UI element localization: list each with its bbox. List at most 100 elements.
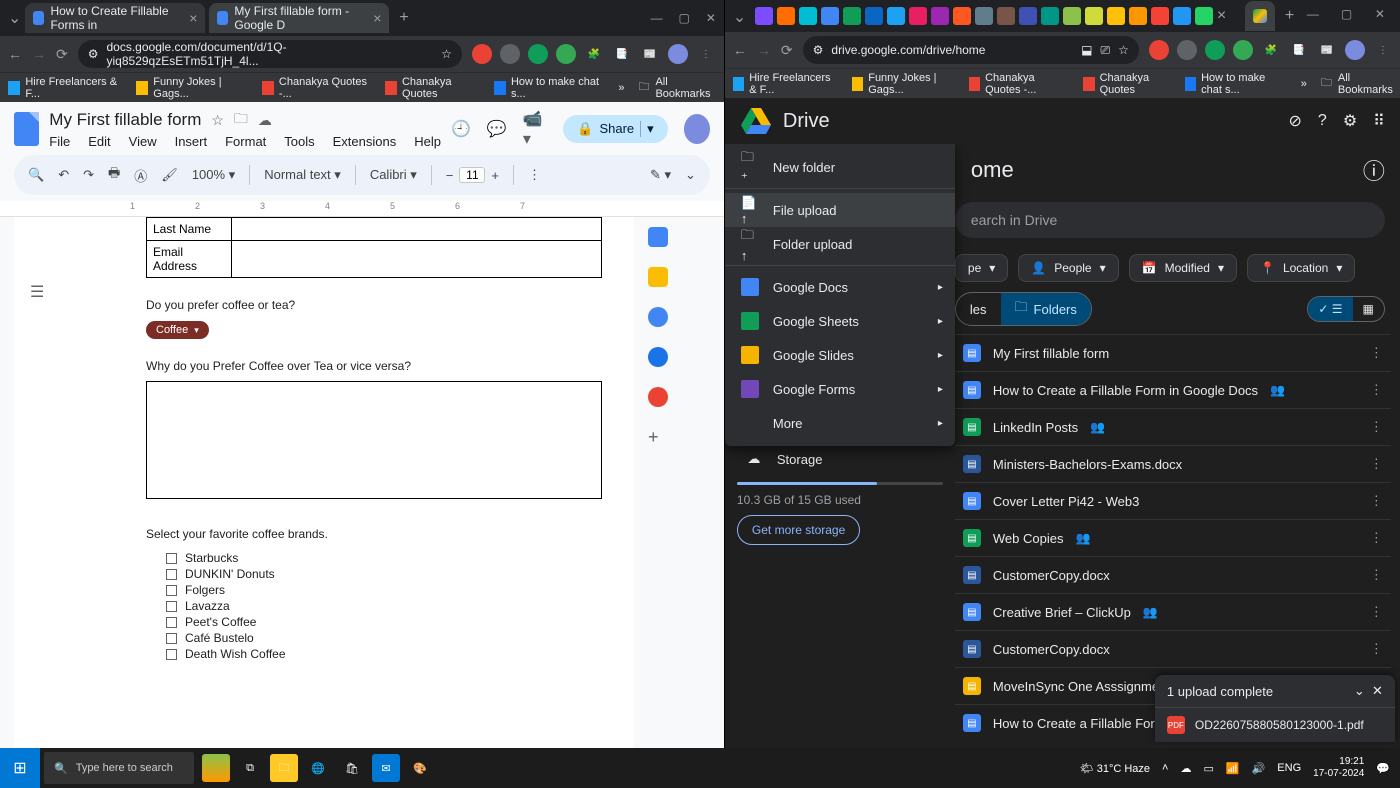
menu-tools[interactable]: Tools bbox=[284, 134, 314, 149]
file-more-icon[interactable]: ⋮ bbox=[1370, 456, 1383, 472]
tasks-icon[interactable] bbox=[648, 307, 668, 327]
apps-grid-icon[interactable]: ⠿ bbox=[1373, 111, 1385, 131]
paint-format-icon[interactable]: 🖌 bbox=[161, 167, 178, 183]
history-icon[interactable]: 🕘 bbox=[451, 119, 471, 139]
ext-icon[interactable]: 🧩 bbox=[584, 44, 604, 64]
file-row[interactable]: ▤LinkedIn Posts👥⋮ bbox=[955, 408, 1391, 445]
bookmark-item[interactable]: How to make chat s... bbox=[494, 76, 605, 100]
task-view-icon[interactable]: ⧉ bbox=[236, 754, 264, 782]
undo-icon[interactable]: ↶ bbox=[58, 167, 69, 183]
reload-button[interactable]: ⟳ bbox=[781, 42, 793, 59]
maximize-button[interactable]: ▢ bbox=[678, 11, 689, 25]
checkbox-item[interactable]: Starbucks bbox=[166, 551, 502, 565]
bookmark-item[interactable]: Chanakya Quotes -... bbox=[262, 76, 371, 100]
install-icon[interactable]: ⬓ bbox=[1081, 43, 1092, 57]
checkbox-item[interactable]: Peet's Coffee bbox=[166, 615, 502, 629]
font-dec-button[interactable]: − bbox=[446, 168, 454, 183]
checkbox-item[interactable]: Café Bustelo bbox=[166, 631, 502, 645]
file-more-icon[interactable]: ⋮ bbox=[1370, 382, 1383, 398]
checkbox-icon[interactable] bbox=[166, 569, 177, 580]
contacts-icon[interactable] bbox=[648, 347, 668, 367]
file-row[interactable]: ▤Ministers-Bachelors-Exams.docx⋮ bbox=[955, 445, 1391, 482]
textarea-box[interactable] bbox=[146, 381, 602, 499]
font-inc-button[interactable]: + bbox=[491, 168, 499, 183]
google-docs-item[interactable]: Google Docs▸ bbox=[725, 270, 955, 304]
bookmark-item[interactable]: Chanakya Quotes -... bbox=[969, 72, 1070, 96]
checkbox-item[interactable]: Death Wish Coffee bbox=[166, 647, 502, 661]
menu-format[interactable]: Format bbox=[225, 134, 266, 149]
ext-icon[interactable]: 📰 bbox=[1317, 40, 1337, 60]
ext-tab-icon[interactable] bbox=[931, 7, 949, 25]
seg-files[interactable]: les bbox=[956, 293, 1001, 325]
file-row[interactable]: ▤Cover Letter Pi42 - Web3⋮ bbox=[955, 482, 1391, 519]
ext-tab-icon[interactable] bbox=[1019, 7, 1037, 25]
mail-icon[interactable]: ✉ bbox=[372, 754, 400, 782]
keep-icon[interactable] bbox=[648, 267, 668, 287]
google-slides-item[interactable]: Google Slides▸ bbox=[725, 338, 955, 372]
ext-icon[interactable]: 📑 bbox=[1289, 40, 1309, 60]
sidebar-storage[interactable]: ☁Storage bbox=[737, 444, 943, 474]
chrome-menu-icon[interactable]: ⋮ bbox=[1373, 40, 1393, 60]
tab-drop-icon[interactable]: ⌄ bbox=[8, 8, 21, 28]
menu-view[interactable]: View bbox=[129, 134, 157, 149]
location-filter[interactable]: 📍 Location ▾ bbox=[1247, 254, 1355, 282]
ext-icon[interactable] bbox=[1177, 40, 1197, 60]
ext-tab-icon[interactable] bbox=[1173, 7, 1191, 25]
toast-collapse-icon[interactable]: ⌄ bbox=[1354, 683, 1365, 698]
file-row[interactable]: ▤Web Copies👥⋮ bbox=[955, 519, 1391, 556]
checkbox-icon[interactable] bbox=[166, 601, 177, 612]
more-item[interactable]: More▸ bbox=[725, 406, 955, 440]
bookmark-item[interactable]: Funny Jokes | Gags... bbox=[136, 76, 248, 100]
checkbox-icon[interactable] bbox=[166, 585, 177, 596]
ext-icon[interactable] bbox=[1233, 40, 1253, 60]
outline-icon[interactable]: ☰ bbox=[30, 282, 44, 302]
all-bookmarks-button[interactable]: 🗀 All Bookmarks bbox=[638, 76, 715, 100]
url-box[interactable]: ⚙docs.google.com/document/d/1Q-yiq8529qz… bbox=[78, 40, 462, 68]
doc-title[interactable]: My First fillable form bbox=[49, 110, 201, 130]
ext-tab-icon[interactable] bbox=[997, 7, 1015, 25]
meet-icon[interactable]: 📹▾ bbox=[523, 109, 547, 149]
bookmark-item[interactable]: Chanakya Quotes bbox=[1083, 72, 1171, 96]
google-forms-item[interactable]: Google Forms▸ bbox=[725, 372, 955, 406]
comments-icon[interactable]: 💬 bbox=[487, 119, 507, 139]
google-sheets-item[interactable]: Google Sheets▸ bbox=[725, 304, 955, 338]
account-avatar[interactable] bbox=[684, 114, 710, 144]
settings-gear-icon[interactable]: ⚙ bbox=[1343, 111, 1357, 131]
start-button[interactable]: ⊞ bbox=[0, 748, 40, 788]
checkbox-icon[interactable] bbox=[166, 553, 177, 564]
new-folder-item[interactable]: 🗀⁺New folder bbox=[725, 150, 955, 184]
bookmark-item[interactable]: Funny Jokes | Gags... bbox=[852, 72, 955, 96]
checkbox-icon[interactable] bbox=[166, 649, 177, 660]
ext-tab-icon[interactable] bbox=[865, 7, 883, 25]
url-box[interactable]: ⚙drive.google.com/drive/home⬓⎚☆ bbox=[803, 36, 1139, 64]
font-size-input[interactable] bbox=[459, 167, 485, 183]
ext-tab-icon[interactable] bbox=[953, 7, 971, 25]
ext-tab-icon[interactable] bbox=[1195, 7, 1213, 25]
menu-help[interactable]: Help bbox=[414, 134, 441, 149]
profile-icon[interactable] bbox=[668, 44, 688, 64]
file-more-icon[interactable]: ⋮ bbox=[1370, 530, 1383, 546]
ext-icon[interactable] bbox=[1149, 40, 1169, 60]
font-select[interactable]: Calibri ▾ bbox=[370, 167, 417, 183]
file-row[interactable]: ▤CustomerCopy.docx⋮ bbox=[955, 630, 1391, 667]
tab-howto[interactable]: How to Create Fillable Forms in× bbox=[25, 3, 205, 33]
ext-tab-icon[interactable] bbox=[799, 7, 817, 25]
ext-icon[interactable]: 📑 bbox=[612, 44, 632, 64]
file-more-icon[interactable]: ⋮ bbox=[1370, 567, 1383, 583]
close-icon[interactable]: × bbox=[1217, 7, 1235, 25]
modified-filter[interactable]: 📅 Modified ▾ bbox=[1129, 254, 1237, 282]
checkbox-item[interactable]: Lavazza bbox=[166, 599, 502, 613]
ext-tab-icon[interactable] bbox=[1129, 7, 1147, 25]
back-button[interactable]: ← bbox=[8, 46, 22, 62]
ext-tab-icon[interactable] bbox=[843, 7, 861, 25]
menu-edit[interactable]: Edit bbox=[88, 134, 110, 149]
share-drop-icon[interactable]: ▾ bbox=[640, 121, 654, 137]
menu-file[interactable]: File bbox=[49, 134, 70, 149]
menu-extensions[interactable]: Extensions bbox=[333, 134, 397, 149]
redo-icon[interactable]: ↷ bbox=[83, 167, 94, 183]
zoom-select[interactable]: 100% ▾ bbox=[192, 167, 235, 183]
file-row[interactable]: ▤My First fillable form⋮ bbox=[955, 334, 1391, 371]
bookmark-overflow[interactable]: » bbox=[1301, 78, 1307, 90]
taskbar-search[interactable]: 🔍 Type here to search bbox=[44, 752, 194, 784]
maximize-button[interactable]: ▢ bbox=[1341, 7, 1359, 25]
